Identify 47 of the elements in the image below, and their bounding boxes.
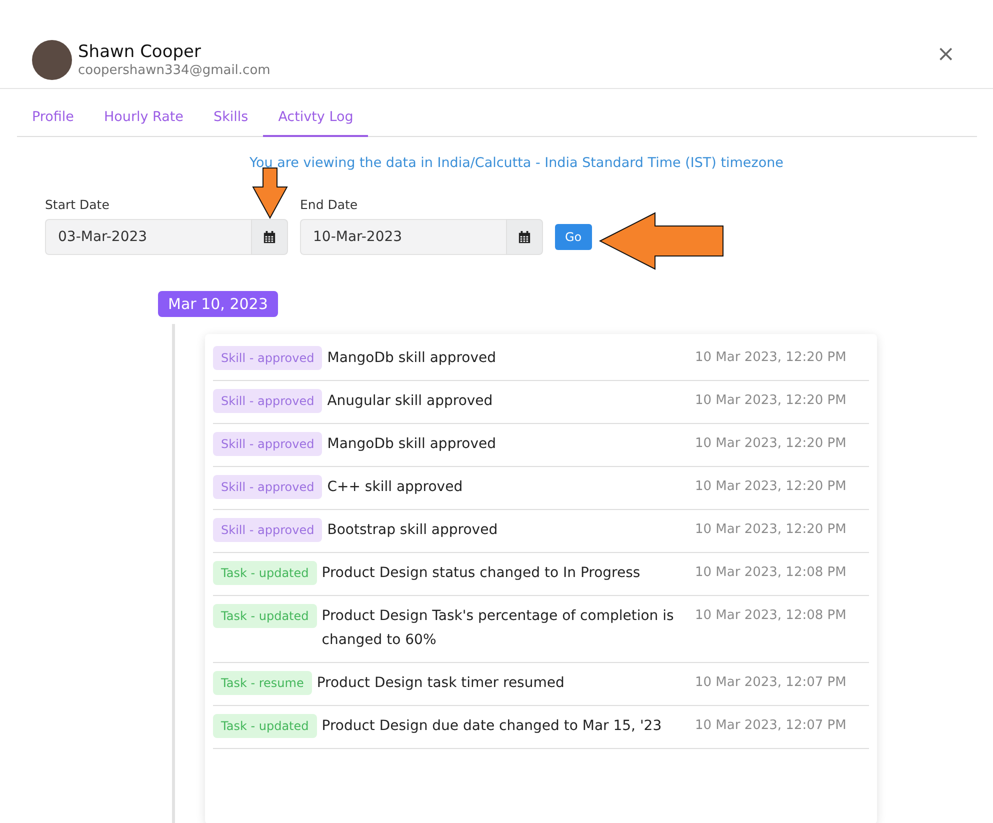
activity-text: C++ skill approved — [327, 478, 463, 497]
activity-text: MangoDb skill approved — [327, 349, 496, 368]
activity-tag: Skill - approved — [213, 475, 322, 499]
calendar-icon — [263, 230, 276, 244]
activity-text: Product Design status changed to In Progress — [322, 564, 640, 583]
field-label: Start Date — [45, 197, 110, 212]
go-button[interactable]: Go — [555, 224, 592, 250]
tab[interactable]: Profile — [17, 99, 89, 137]
date-field[interactable]: 03-Mar-2023 — [45, 219, 251, 255]
field-label: End Date — [300, 197, 359, 212]
activity-tag: Task - updated — [213, 604, 317, 628]
activity-text: Bootstrap skill approved — [327, 521, 498, 540]
activity-tag: Skill - approved — [213, 432, 322, 456]
activity-tag: Skill - approved — [213, 518, 322, 542]
annotation-arrow — [252, 167, 288, 219]
user-email: coopershawn334@gmail.com — [78, 62, 272, 78]
activity-time: 10 Mar 2023, 12:20 PM — [695, 392, 848, 410]
date-badge: Mar 10, 2023 — [158, 291, 278, 317]
calendar-button[interactable] — [251, 219, 288, 255]
activity-text: Product Design Task's percentage of completion is changed to 60% — [322, 607, 675, 650]
activity-text: MangoDb skill approved — [327, 435, 496, 454]
activity-text: Anugular skill approved — [327, 392, 493, 411]
activity-text: Product Design task timer resumed — [316, 674, 564, 693]
activity-time: 10 Mar 2023, 12:20 PM — [695, 478, 848, 496]
calendar-button[interactable] — [506, 219, 543, 255]
activity-time: 10 Mar 2023, 12:08 PM — [695, 564, 848, 582]
user-name: Shawn Cooper — [78, 42, 202, 62]
calendar-icon — [518, 230, 531, 244]
date-field[interactable]: 10-Mar-2023 — [300, 219, 506, 255]
timezone-note: You are viewing the data in India/Calcutta - India Standard Time (IST) timezone — [248, 155, 784, 171]
activity-time: 10 Mar 2023, 12:20 PM — [695, 349, 848, 367]
avatar — [32, 40, 72, 80]
close-button[interactable]: × — [930, 42, 961, 67]
activity-tag: Skill - approved — [213, 389, 322, 413]
activity-text: Product Design due date changed to Mar 15, '23 — [322, 717, 662, 736]
tab[interactable]: Skills — [198, 99, 264, 137]
tab[interactable]: Hourly Rate — [88, 99, 198, 137]
activity-time: 10 Mar 2023, 12:07 PM — [695, 717, 848, 735]
activity-time: 10 Mar 2023, 12:07 PM — [695, 674, 848, 692]
tab[interactable]: Activty Log — [263, 99, 368, 137]
activity-tag: Task - updated — [213, 561, 317, 585]
activity-tag: Task - updated — [213, 714, 317, 738]
activity-time: 10 Mar 2023, 12:20 PM — [695, 521, 848, 539]
activity-time: 10 Mar 2023, 12:20 PM — [695, 435, 848, 453]
activity-time: 10 Mar 2023, 12:08 PM — [695, 607, 848, 625]
activity-tag: Task - resume — [213, 671, 312, 695]
activity-tag: Skill - approved — [213, 346, 322, 370]
